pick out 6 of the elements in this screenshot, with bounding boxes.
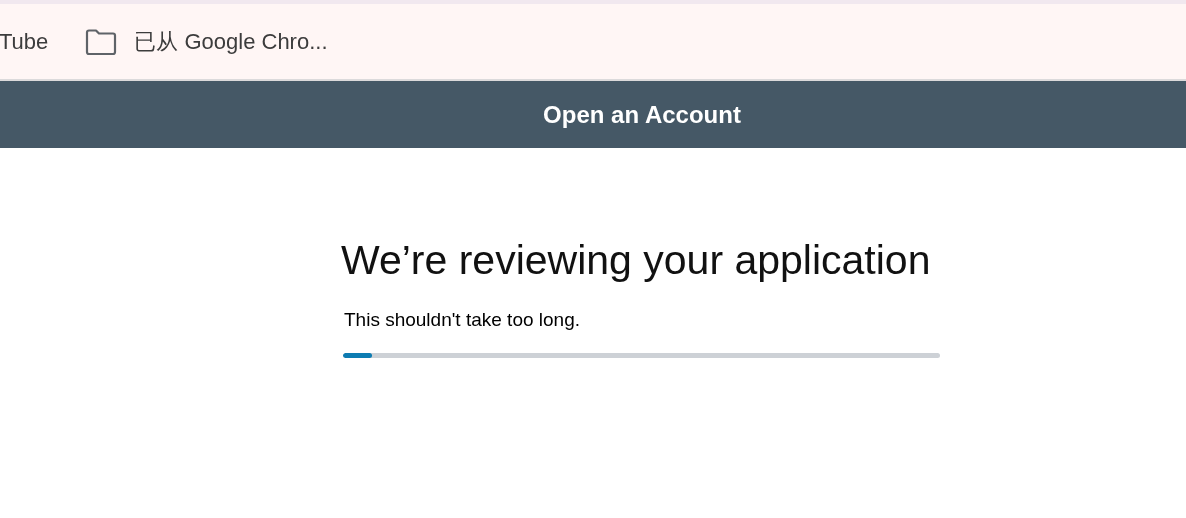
bookmark-link[interactable]: Tube bbox=[0, 25, 49, 58]
folder-icon bbox=[84, 27, 119, 56]
heading: We’re reviewing your application bbox=[341, 236, 932, 285]
status-message: This shouldn't take too long. bbox=[344, 308, 581, 332]
page-title: Open an Account bbox=[543, 99, 741, 130]
bookmark-folder[interactable]: 已从 Google Chro... bbox=[84, 25, 328, 58]
